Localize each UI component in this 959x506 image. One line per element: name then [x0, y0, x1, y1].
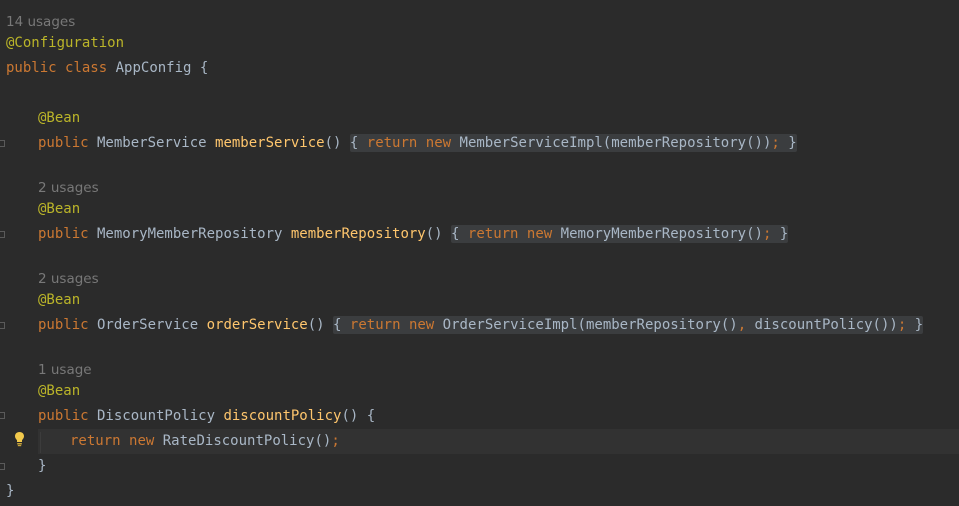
code-line[interactable]: @Configuration [0, 31, 959, 56]
code-line[interactable]: @Bean [0, 197, 959, 222]
method-name: orderService [206, 317, 308, 333]
method-name: discountPolicy [223, 408, 342, 424]
code-line[interactable]: } [0, 454, 959, 479]
class-declaration: public class AppConfig { [6, 60, 209, 76]
method-name: memberRepository [290, 226, 426, 242]
code-line[interactable]: public MemberService memberService() { r… [0, 131, 959, 156]
code-line[interactable]: public MemoryMemberRepository memberRepo… [0, 222, 959, 247]
code-line[interactable]: @Bean [0, 379, 959, 404]
method-close-brace: } [38, 458, 47, 474]
code-line[interactable]: @Bean [0, 288, 959, 313]
method-declaration: public MemoryMemberRepository memberRepo… [38, 225, 789, 243]
folded-block[interactable]: { return new MemberServiceImpl(memberRep… [349, 134, 797, 152]
folded-block[interactable]: { return new MemoryMemberRepository(); } [451, 225, 789, 243]
configuration-annotation: @Configuration [6, 35, 125, 51]
bean-annotation: @Bean [38, 383, 81, 399]
method-declaration: public MemberService memberService() { r… [38, 134, 797, 152]
code-line[interactable]: } [0, 479, 959, 504]
bean-annotation: @Bean [38, 201, 81, 217]
folded-block[interactable]: { return new OrderServiceImpl(memberRepo… [333, 316, 924, 334]
bean-annotation: @Bean [38, 292, 81, 308]
code-line[interactable]: public OrderService orderService() { ret… [0, 313, 959, 338]
return-statement: return new RateDiscountPolicy(); [70, 433, 340, 449]
method-declaration: public OrderService orderService() { ret… [38, 316, 924, 334]
class-close-brace: } [6, 483, 15, 499]
code-line[interactable]: return new RateDiscountPolicy(); [0, 429, 959, 454]
bean-annotation: @Bean [38, 110, 81, 126]
code-editor[interactable]: 14 usages @Configuration public class Ap… [0, 0, 959, 506]
code-line[interactable]: public class AppConfig { [0, 56, 959, 81]
method-name: memberService [215, 135, 325, 151]
code-line[interactable]: @Bean [0, 106, 959, 131]
code-line[interactable]: public DiscountPolicy discountPolicy() { [0, 404, 959, 429]
method-declaration: public DiscountPolicy discountPolicy() { [38, 408, 376, 424]
